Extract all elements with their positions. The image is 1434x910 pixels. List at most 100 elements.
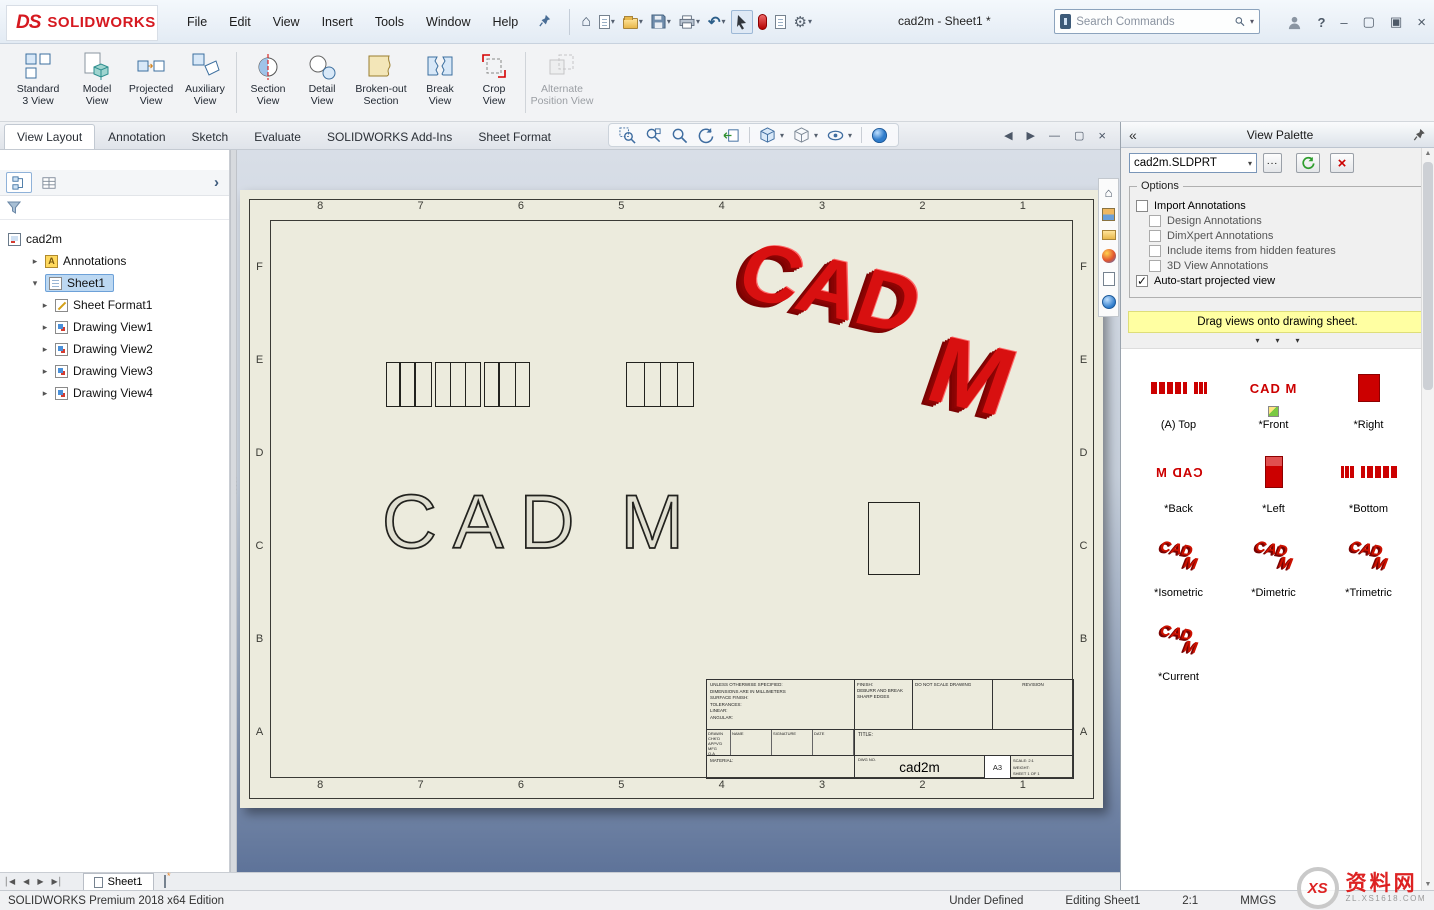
option-checkbox-row[interactable]: 3D View Annotations [1149,260,1419,272]
command-tab[interactable]: SOLIDWORKS Add-Ins [314,124,465,149]
browse-button[interactable]: ... [1263,153,1282,173]
expander-icon[interactable]: ▸ [40,300,50,311]
appearances-icon[interactable] [1102,249,1116,263]
command-tab[interactable]: Evaluate [241,124,314,149]
menu-item[interactable]: View [262,11,311,33]
menu-item[interactable]: File [176,11,218,33]
break-view-button[interactable]: BreakView [413,46,467,119]
tree-item-document[interactable]: cad2m [0,228,229,250]
home-button[interactable]: ⌂ [578,10,594,34]
filter-funnel-icon[interactable] [7,201,21,214]
palette-view-thumbnail[interactable]: CAD M *Front [1226,357,1321,436]
option-checkbox-row[interactable]: Include items from hidden features [1149,245,1419,257]
menu-item[interactable]: Edit [218,11,262,33]
open-button[interactable]: ▾ [620,12,646,32]
sheet-scale[interactable]: 2:1 [1182,895,1198,907]
crop-view-button[interactable]: CropView [467,46,521,119]
command-tab[interactable]: Annotation [95,124,178,149]
last-sheet-icon[interactable]: ▶│ [47,877,66,886]
drawing-sheet[interactable]: 87654321 87654321 FEDCBA FEDCBA CAD M [240,190,1103,808]
first-sheet-icon[interactable]: │◀ [0,877,19,886]
previous-view-icon[interactable] [723,127,740,144]
drawing-view-isometric[interactable]: CAD M [740,242,1070,472]
save-button[interactable]: ▾ [648,11,674,32]
display-style-icon[interactable] [793,127,810,144]
palette-view-thumbnail[interactable]: *Right [1321,357,1416,436]
pane-left-icon[interactable]: ◀ [1004,129,1012,142]
search-scope-icon[interactable] [1060,14,1071,29]
hide-show-caret-icon[interactable]: ▾ [848,131,852,140]
expander-icon[interactable]: ▾ [30,278,40,289]
zoom-to-fit-icon[interactable] [619,127,636,144]
document-selector-dropdown[interactable]: cad2m.SLDPRT ▾ [1129,153,1257,173]
option-checkbox-row[interactable]: Auto-start projected view [1136,275,1419,287]
checkbox-icon[interactable] [1149,230,1161,242]
menu-item[interactable]: Window [415,11,481,33]
apply-scene-icon[interactable] [871,127,888,144]
window-restore-icon[interactable]: ▢ [1074,129,1084,142]
forum-icon[interactable] [1102,295,1116,309]
detail-view-button[interactable]: DetailView [295,46,349,119]
alternate-position-view-button[interactable]: AlternatePosition View [530,46,594,119]
option-checkbox-row[interactable]: Design Annotations [1149,215,1419,227]
model-view-button[interactable]: ModelView [70,46,124,119]
checkbox-icon[interactable] [1149,260,1161,272]
drawing-view-top[interactable] [386,362,694,407]
user-account-icon[interactable] [1287,15,1302,30]
expander-icon[interactable]: ▸ [40,366,50,377]
expander-icon[interactable]: ▸ [40,344,50,355]
tree-item-annotations[interactable]: ▸ Annotations [0,250,229,272]
print-button[interactable]: ▾ [676,12,703,32]
tree-item-drawing-view3[interactable]: ▸ Drawing View3 [0,360,229,382]
close-icon[interactable]: × [1417,14,1426,31]
sheet-properties-button[interactable] [772,12,789,32]
add-sheet-button[interactable]: * [164,876,166,887]
collapse-panel-icon[interactable]: « [1129,127,1147,143]
pin-panel-icon[interactable] [1413,128,1426,141]
filter-input[interactable] [27,200,222,216]
rebuild-indicator[interactable] [755,11,770,33]
palette-view-thumbnail[interactable]: *Left [1226,441,1321,520]
expand-panel-chevron-icon[interactable]: › [214,174,223,191]
expander-icon[interactable]: ▸ [40,322,50,333]
view-orientation-caret-icon[interactable]: ▾ [780,131,784,140]
checkbox-icon[interactable] [1136,275,1148,287]
window-minimize-icon[interactable]: — [1049,130,1060,142]
checkbox-icon[interactable] [1149,215,1161,227]
pane-right-icon[interactable]: ▶ [1027,129,1035,142]
display-pane-tab[interactable] [36,172,62,193]
file-explorer-icon[interactable] [1102,230,1116,240]
window-close-icon[interactable]: × [1098,128,1106,143]
close-palette-button[interactable]: × [1330,153,1354,173]
sheet-tab-active[interactable]: Sheet1 [83,873,154,890]
menu-item[interactable]: Insert [311,11,364,33]
prev-sheet-icon[interactable]: ◀ [19,877,33,886]
unit-system[interactable]: MMGS [1240,895,1276,907]
broken-out-section-button[interactable]: Broken-outSection [349,46,413,119]
menu-item[interactable]: Tools [364,11,415,33]
auxiliary-view-button[interactable]: AuxiliaryView [178,46,232,119]
next-sheet-icon[interactable]: ▶ [33,877,47,886]
checkbox-icon[interactable] [1136,200,1148,212]
minimize-icon[interactable]: – [1340,15,1347,30]
search-icon[interactable] [1235,15,1245,28]
palette-view-thumbnail[interactable]: CADM *Trimetric [1321,525,1416,604]
display-style-caret-icon[interactable]: ▾ [814,131,818,140]
command-tab[interactable]: Sketch [179,124,242,149]
feature-tree-tab[interactable] [6,172,32,193]
projected-view-button[interactable]: ProjectedView [124,46,178,119]
rotate-view-icon[interactable] [697,127,714,144]
expander-icon[interactable]: ▸ [30,256,40,267]
option-checkbox-row[interactable]: Import Annotations [1136,200,1419,212]
hide-show-items-icon[interactable] [827,127,844,144]
section-view-button[interactable]: SectionView [241,46,295,119]
palette-view-thumbnail[interactable]: *Bottom [1321,441,1416,520]
sw-resources-icon[interactable]: ⌂ [1105,186,1113,199]
zoom-to-area-icon[interactable] [645,127,662,144]
palette-view-thumbnail[interactable]: CADM *Isometric [1131,525,1226,604]
palette-scrollbar[interactable]: ▲ ▼ [1421,148,1434,890]
command-tab[interactable]: View Layout [4,124,95,149]
palette-view-thumbnail[interactable]: CAD M *Back [1131,441,1226,520]
scrollbar-thumb[interactable] [1423,162,1433,390]
option-checkbox-row[interactable]: DimXpert Annotations [1149,230,1419,242]
